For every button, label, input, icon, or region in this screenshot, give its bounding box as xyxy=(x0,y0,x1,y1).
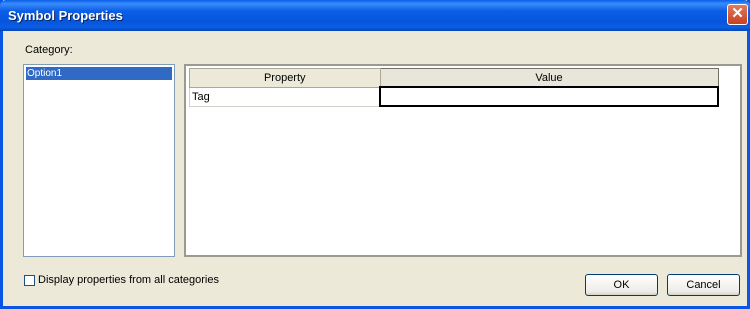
table-row: Tag xyxy=(189,86,719,107)
property-name-cell: Tag xyxy=(189,86,381,107)
display-all-categories-option[interactable]: Display properties from all categories xyxy=(24,273,219,287)
category-item-option1[interactable]: Option1 xyxy=(26,67,172,80)
property-column-header[interactable]: Property xyxy=(189,68,381,88)
checkbox-label: Display properties from all categories xyxy=(38,274,219,286)
property-grid: Property Value Tag xyxy=(184,64,742,257)
title-bar[interactable]: Symbol Properties ✕ xyxy=(0,0,750,31)
value-column-header[interactable]: Value xyxy=(379,68,719,88)
cancel-button[interactable]: Cancel xyxy=(667,274,740,296)
category-list[interactable]: Option1 xyxy=(23,64,175,257)
display-all-categories-checkbox[interactable] xyxy=(24,274,35,286)
symbol-properties-dialog: Symbol Properties ✕ Category: Option1 Pr… xyxy=(0,0,750,309)
property-table: Property Value Tag xyxy=(189,68,719,107)
category-label: Category: xyxy=(25,44,73,56)
ok-button[interactable]: OK xyxy=(585,274,658,296)
window-title: Symbol Properties xyxy=(8,8,123,23)
close-button[interactable]: ✕ xyxy=(727,4,748,25)
close-icon: ✕ xyxy=(731,5,744,22)
property-value-input[interactable] xyxy=(379,86,719,107)
